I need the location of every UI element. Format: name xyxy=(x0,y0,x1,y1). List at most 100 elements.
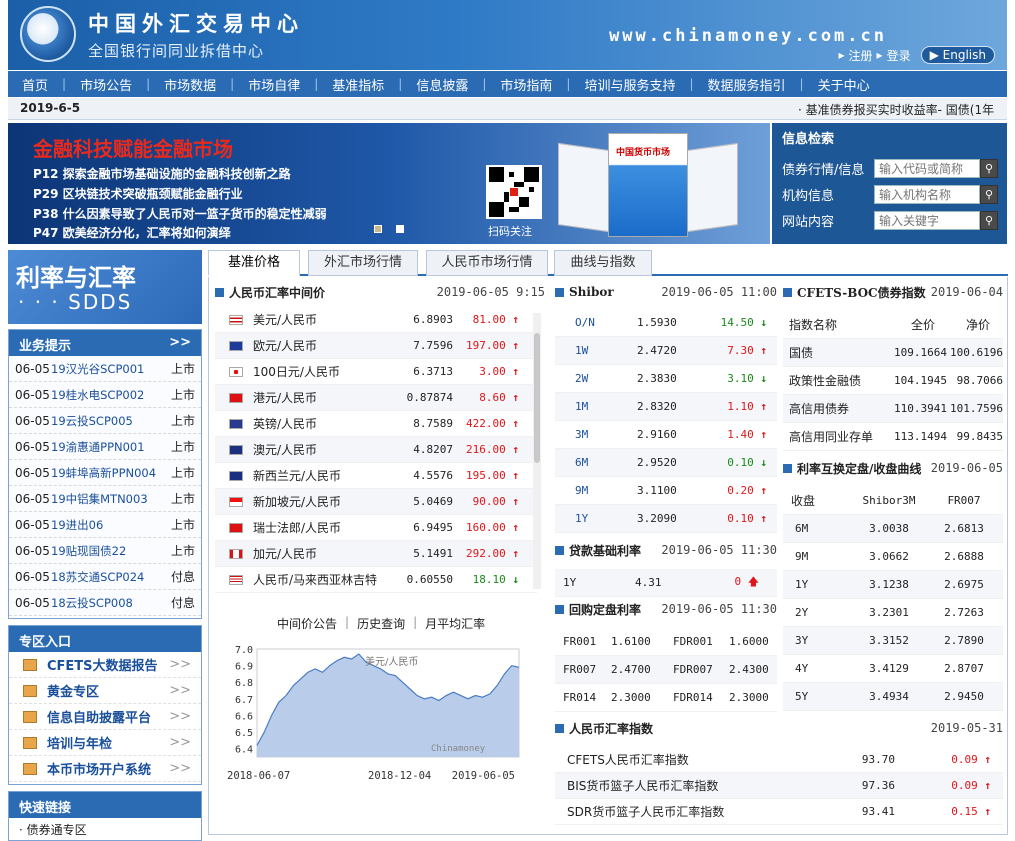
swap-row[interactable]: 5Y 3.4934 2.9450 xyxy=(783,683,1003,711)
fx-row[interactable]: 美元/人民币 6.8903 81.00 ↑ xyxy=(215,307,537,333)
swap-row[interactable]: 6M 3.0038 2.6813 xyxy=(783,515,1003,543)
shibor-term[interactable]: 9M xyxy=(555,484,637,497)
search-icon[interactable]: ⚲ xyxy=(980,185,998,204)
shibor-row[interactable]: 9M 3.1100 0.20 ↑ xyxy=(555,477,777,505)
fixing-notice-link[interactable]: 中间价公告 xyxy=(277,615,337,632)
fx-row[interactable]: 加元/人民币 5.1491 292.00 ↑ xyxy=(215,541,537,567)
business-name[interactable]: 19蚌埠高新PPN004 xyxy=(51,465,169,481)
magazine-banner[interactable]: 金融科技赋能金融市场 P12 探索金融市场基础设施的金融科技创新之路 P29 区… xyxy=(8,123,770,244)
repo-title[interactable]: 回购定盘利率 xyxy=(569,601,641,618)
nav-item-0[interactable]: 首页 xyxy=(8,75,62,94)
nav-item-8[interactable]: 数据服务指引 xyxy=(694,75,800,94)
history-link[interactable]: 历史查询 xyxy=(357,615,405,632)
shibor-term[interactable]: 6M xyxy=(555,456,637,469)
zone-item[interactable]: 信息自助披露平台 >> xyxy=(9,704,201,730)
nav-item-3[interactable]: 市场自律 xyxy=(234,75,314,94)
business-row[interactable]: 06-05 19汉光谷SCP001 上市 xyxy=(9,356,201,382)
tab-fx-market[interactable]: 外汇市场行情 xyxy=(308,250,418,276)
fx-row[interactable]: 瑞士法郎/人民币 6.9495 160.00 ↑ xyxy=(215,515,537,541)
business-row[interactable]: 06-05 19桂水电SCP002 上市 xyxy=(9,382,201,408)
business-name[interactable]: 19汉光谷SCP001 xyxy=(51,361,169,377)
rmbi-row[interactable]: SDR货币篮子人民币汇率指数 93.41 0.15 ↑ xyxy=(555,799,1003,825)
fx-title[interactable]: 人民币汇率中间价 xyxy=(229,284,325,301)
business-name[interactable]: 18苏交通SCP024 xyxy=(51,569,169,585)
repo-row[interactable]: FR007 2.4700 FDR007 2.4300 xyxy=(555,656,777,684)
business-name[interactable]: 19贴现国债22 xyxy=(51,543,169,559)
fx-row[interactable]: 新西兰元/人民币 4.5576 195.00 ↑ xyxy=(215,463,537,489)
fx-scrollbar[interactable] xyxy=(533,313,541,589)
institution-search-input[interactable] xyxy=(874,185,980,204)
zone-item[interactable]: 培训与年检 >> xyxy=(9,730,201,756)
business-row[interactable]: 06-05 19中铝集MTN003 上市 xyxy=(9,486,201,512)
boc-row[interactable]: 高信用同业存单 113.1494 99.8435 xyxy=(783,423,1003,451)
boc-row[interactable]: 政策性金融债 104.1945 98.7066 xyxy=(783,367,1003,395)
repo-row[interactable]: FR014 2.3000 FDR014 2.3000 xyxy=(555,684,777,712)
business-name[interactable]: 19中铝集MTN003 xyxy=(51,491,169,507)
tab-curves[interactable]: 曲线与指数 xyxy=(554,250,652,276)
shibor-row[interactable]: 6M 2.9520 0.10 ↓ xyxy=(555,449,777,477)
nav-item-1[interactable]: 市场公告 xyxy=(66,75,146,94)
fx-row[interactable]: 100日元/人民币 6.3713 3.00 ↑ xyxy=(215,359,537,385)
repo-row[interactable]: FR001 1.6100 FDR001 1.6000 xyxy=(555,628,777,656)
fx-row[interactable]: 英镑/人民币 8.7589 422.00 ↑ xyxy=(215,411,537,437)
monthly-avg-link[interactable]: 月平均汇率 xyxy=(425,615,485,632)
shibor-term[interactable]: O/N xyxy=(555,316,637,329)
business-name[interactable]: 19桂水电SCP002 xyxy=(51,387,169,403)
rmbi-row[interactable]: CFETS人民币汇率指数 93.70 0.09 ↑ xyxy=(555,747,1003,773)
swap-title[interactable]: 利率互换定盘/收盘曲线 xyxy=(797,460,921,477)
shibor-row[interactable]: 1M 2.8320 1.10 ↑ xyxy=(555,393,777,421)
fx-row[interactable]: 新加坡元/人民币 5.0469 90.00 ↑ xyxy=(215,489,537,515)
business-row[interactable]: 06-05 18苏交通SCP024 付息 xyxy=(9,564,201,590)
business-row[interactable]: 06-05 18云投SCP008 付息 xyxy=(9,590,201,616)
search-icon[interactable]: ⚲ xyxy=(980,159,998,178)
shibor-row[interactable]: 1Y 3.2090 0.10 ↑ xyxy=(555,505,777,533)
fx-row[interactable]: 欧元/人民币 7.7596 197.00 ↑ xyxy=(215,333,537,359)
nav-item-4[interactable]: 基准指标 xyxy=(318,75,398,94)
business-row[interactable]: 06-05 19蚌埠高新PPN004 上市 xyxy=(9,460,201,486)
boc-title[interactable]: CFETS-BOC债券指数 xyxy=(797,284,926,301)
shibor-term[interactable]: 1Y xyxy=(555,512,637,525)
lpr-title[interactable]: 贷款基础利率 xyxy=(569,542,641,559)
search-icon[interactable]: ⚲ xyxy=(980,211,998,230)
nav-item-6[interactable]: 市场指南 xyxy=(486,75,566,94)
swap-row[interactable]: 1Y 3.1238 2.6975 xyxy=(783,571,1003,599)
register-link[interactable]: 注册 xyxy=(849,47,873,64)
nav-item-2[interactable]: 市场数据 xyxy=(150,75,230,94)
business-name[interactable]: 19云投SCP005 xyxy=(51,413,169,429)
business-name[interactable]: 19渝惠通PPN001 xyxy=(51,439,169,455)
shibor-term[interactable]: 1W xyxy=(555,344,637,357)
nav-item-7[interactable]: 培训与服务支持 xyxy=(570,75,689,94)
swap-row[interactable]: 2Y 3.2301 2.7263 xyxy=(783,599,1003,627)
zone-item[interactable]: CFETS大数据报告 >> xyxy=(9,652,201,678)
shibor-title[interactable]: Shibor xyxy=(569,285,614,299)
fx-row[interactable]: 人民币/马来西亚林吉特 0.60550 18.10 ↓ xyxy=(215,567,537,593)
shibor-term[interactable]: 2W xyxy=(555,372,637,385)
tab-benchmark[interactable]: 基准价格 xyxy=(208,250,300,276)
business-row[interactable]: 06-05 19渝惠通PPN001 上市 xyxy=(9,434,201,460)
zone-item[interactable]: 本币市场开户系统 >> xyxy=(9,756,201,782)
shibor-term[interactable]: 3M xyxy=(555,428,637,441)
shibor-row[interactable]: 1W 2.4720 7.30 ↑ xyxy=(555,337,777,365)
quick-link-bondconnect[interactable]: · 债券通专区 xyxy=(9,818,201,841)
scrollbar-thumb[interactable] xyxy=(534,333,540,463)
boc-row[interactable]: 高信用债券 110.3941 101.7596 xyxy=(783,395,1003,423)
content-search-input[interactable] xyxy=(874,211,980,230)
login-link[interactable]: 登录 xyxy=(887,47,911,64)
sdds-banner[interactable]: 利率与汇率 · · · SDDS xyxy=(8,250,202,324)
shibor-row[interactable]: 3M 2.9160 1.40 ↑ xyxy=(555,421,777,449)
bond-search-input[interactable] xyxy=(874,159,980,178)
shibor-row[interactable]: O/N 1.5930 14.50 ↓ xyxy=(555,309,777,337)
carousel-dot-active[interactable] xyxy=(396,225,404,233)
ticker-text[interactable]: · 基准债券报买实时收益率- 国债(1年 xyxy=(798,101,994,118)
fx-row[interactable]: 港元/人民币 0.87874 8.60 ↑ xyxy=(215,385,537,411)
business-row[interactable]: 06-05 19云投SCP005 上市 xyxy=(9,408,201,434)
business-row[interactable]: 06-05 19贴现国债22 上市 xyxy=(9,538,201,564)
english-button[interactable]: ▶ English xyxy=(920,46,995,64)
swap-row[interactable]: 9M 3.0662 2.6888 xyxy=(783,543,1003,571)
shibor-row[interactable]: 2W 2.3830 3.10 ↓ xyxy=(555,365,777,393)
cfets-logo-icon[interactable] xyxy=(20,6,76,62)
rmbi-title[interactable]: 人民币汇率指数 xyxy=(569,720,653,737)
tab-rmb-market[interactable]: 人民币市场行情 xyxy=(426,250,548,276)
business-row[interactable]: 06-05 19进出06 上市 xyxy=(9,512,201,538)
carousel-dot[interactable] xyxy=(374,225,382,233)
